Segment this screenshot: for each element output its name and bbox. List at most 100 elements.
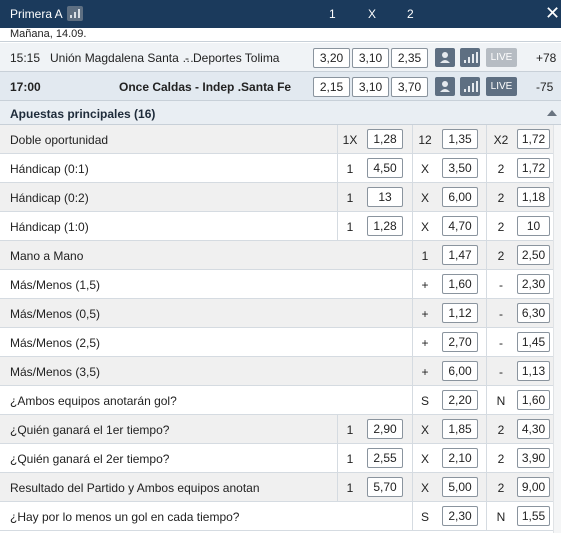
odd-button[interactable]: 2,70 [442,332,478,352]
bet-option[interactable]: S 2,30 [412,502,486,530]
odd-button[interactable]: 1,60 [517,390,550,410]
bet-option[interactable]: -6,30 [486,299,553,327]
lineup-icon[interactable] [435,77,455,96]
bet-option[interactable]: X 5,00 [412,473,486,501]
bet-option[interactable]: 12 1,35 [412,125,486,153]
odd-button[interactable]: 1,72 [517,129,550,149]
bet-option[interactable]: 1X 1,28 [337,125,412,153]
odd-button[interactable]: 6,30 [517,303,550,323]
close-icon[interactable]: ✕ [545,3,560,23]
odd-button[interactable]: 4,30 [517,419,550,439]
odd-button[interactable]: 13 [367,187,403,207]
match-teams[interactable]: Once Caldas - Indep .Santa Fe [119,80,291,94]
bet-option[interactable]: 2 9,00 [486,473,553,501]
collapse-arrow-icon[interactable] [547,110,557,116]
stats-icon[interactable] [460,77,480,96]
odd-button[interactable]: 1,13 [517,361,550,381]
bet-option[interactable]: 1 4,50 [337,154,412,182]
stats-icon[interactable] [460,48,480,67]
odd-button[interactable]: 5,70 [367,477,403,497]
odd-button[interactable]: 2,50 [517,245,550,265]
odd-button-x[interactable]: 3,10 [352,77,389,97]
bet-option[interactable]: 1 1,28 [337,212,412,240]
odd-button[interactable]: 1,60 [442,274,478,294]
main-bets-section-header[interactable]: Apuestas principales (16) [0,101,561,125]
home-team[interactable]: Unión Magdalena Santa … [50,51,194,65]
bet-option[interactable]: N 1,60 [486,386,553,414]
bet-option[interactable]: -1,13 [486,357,553,385]
market-label: ¿Quién ganará el 1er tiempo? [10,423,170,437]
bet-option[interactable]: X 6,00 [412,183,486,211]
odd-button[interactable]: 2,10 [442,448,478,468]
odd-button-1[interactable]: 2,15 [313,77,350,97]
bet-option[interactable]: 2 1,72 [486,154,553,182]
bet-option[interactable]: X2 1,72 [486,125,553,153]
bet-option[interactable]: 1 13 [337,183,412,211]
away-team[interactable]: Deportes Tolima [193,51,279,65]
odd-button[interactable]: 4,50 [367,158,403,178]
match-row[interactable]: 17:00 Once Caldas - Indep .Santa Fe 2,15 3,… [0,72,561,101]
odd-button[interactable]: 3,50 [442,158,478,178]
bet-option[interactable]: 2 1,18 [486,183,553,211]
more-markets-count[interactable]: -75 [536,80,553,94]
bet-option[interactable]: 2 10 [486,212,553,240]
bet-option[interactable]: 2 3,90 [486,444,553,472]
bet-option[interactable]: 2 2,50 [486,241,553,269]
odd-button[interactable]: 10 [517,216,550,236]
odd-button[interactable]: 1,28 [367,129,403,149]
odd-button[interactable]: 1,47 [442,245,478,265]
bet-option[interactable]: X 4,70 [412,212,486,240]
bet-option[interactable]: 1 2,55 [337,444,412,472]
bet-option[interactable]: 1 5,70 [337,473,412,501]
bet-option-key: 2 [497,452,505,466]
bet-option-key: 1 [346,423,354,437]
odd-button[interactable]: 1,28 [367,216,403,236]
odd-button[interactable]: 1,35 [442,129,478,149]
odd-button[interactable]: 1,72 [517,158,550,178]
more-markets-count[interactable]: +78 [536,51,556,65]
odd-button[interactable]: 9,00 [517,477,550,497]
odd-button-1[interactable]: 3,20 [313,48,350,68]
live-button[interactable]: LIVE [486,48,517,67]
bet-option[interactable]: X 1,85 [412,415,486,443]
odd-button[interactable]: 6,00 [442,187,478,207]
odd-button[interactable]: 2,90 [367,419,403,439]
odd-button-2[interactable]: 3,70 [391,77,428,97]
odd-button[interactable]: 2,20 [442,390,478,410]
bet-option[interactable]: -2,30 [486,270,553,298]
stats-icon[interactable] [67,6,83,21]
odd-button[interactable]: 4,70 [442,216,478,236]
odd-button[interactable]: 2,55 [367,448,403,468]
bet-option[interactable]: S 2,20 [412,386,486,414]
odd-button[interactable]: 5,00 [442,477,478,497]
odd-button[interactable]: 1,12 [442,303,478,323]
bet-option[interactable]: +1,60 [412,270,486,298]
odd-button[interactable]: 2,30 [442,506,478,526]
odd-button-x[interactable]: 3,10 [352,48,389,68]
bet-option[interactable]: 1 2,90 [337,415,412,443]
bet-option[interactable]: 1 1,47 [412,241,486,269]
odd-button[interactable]: 6,00 [442,361,478,381]
live-button[interactable]: LIVE [486,77,517,96]
odd-button[interactable]: 1,55 [517,506,550,526]
bet-option[interactable]: N 1,55 [486,502,553,530]
odd-button[interactable]: 1,18 [517,187,550,207]
match-row[interactable]: 15:15 Unión Magdalena Santa … - Deportes To… [0,43,561,72]
odd-button[interactable]: 1,85 [442,419,478,439]
bet-option[interactable]: X 2,10 [412,444,486,472]
bet-option[interactable]: 2 4,30 [486,415,553,443]
bet-option[interactable]: X 3,50 [412,154,486,182]
bet-option[interactable]: +6,00 [412,357,486,385]
scrollbar[interactable] [553,125,561,533]
bet-option[interactable]: -1,45 [486,328,553,356]
odd-button[interactable]: 3,90 [517,448,550,468]
market-label: Más/Menos (2,5) [10,336,101,350]
lineup-icon[interactable] [435,48,455,67]
bet-option[interactable]: +2,70 [412,328,486,356]
market-row: Más/Menos (1,5) +1,60-2,30 [0,270,553,299]
bet-option[interactable]: +1,12 [412,299,486,327]
odd-button-2[interactable]: 2,35 [391,48,428,68]
odd-button[interactable]: 2,30 [517,274,550,294]
odd-button[interactable]: 1,45 [517,332,550,352]
market-label: Más/Menos (3,5) [10,365,101,379]
